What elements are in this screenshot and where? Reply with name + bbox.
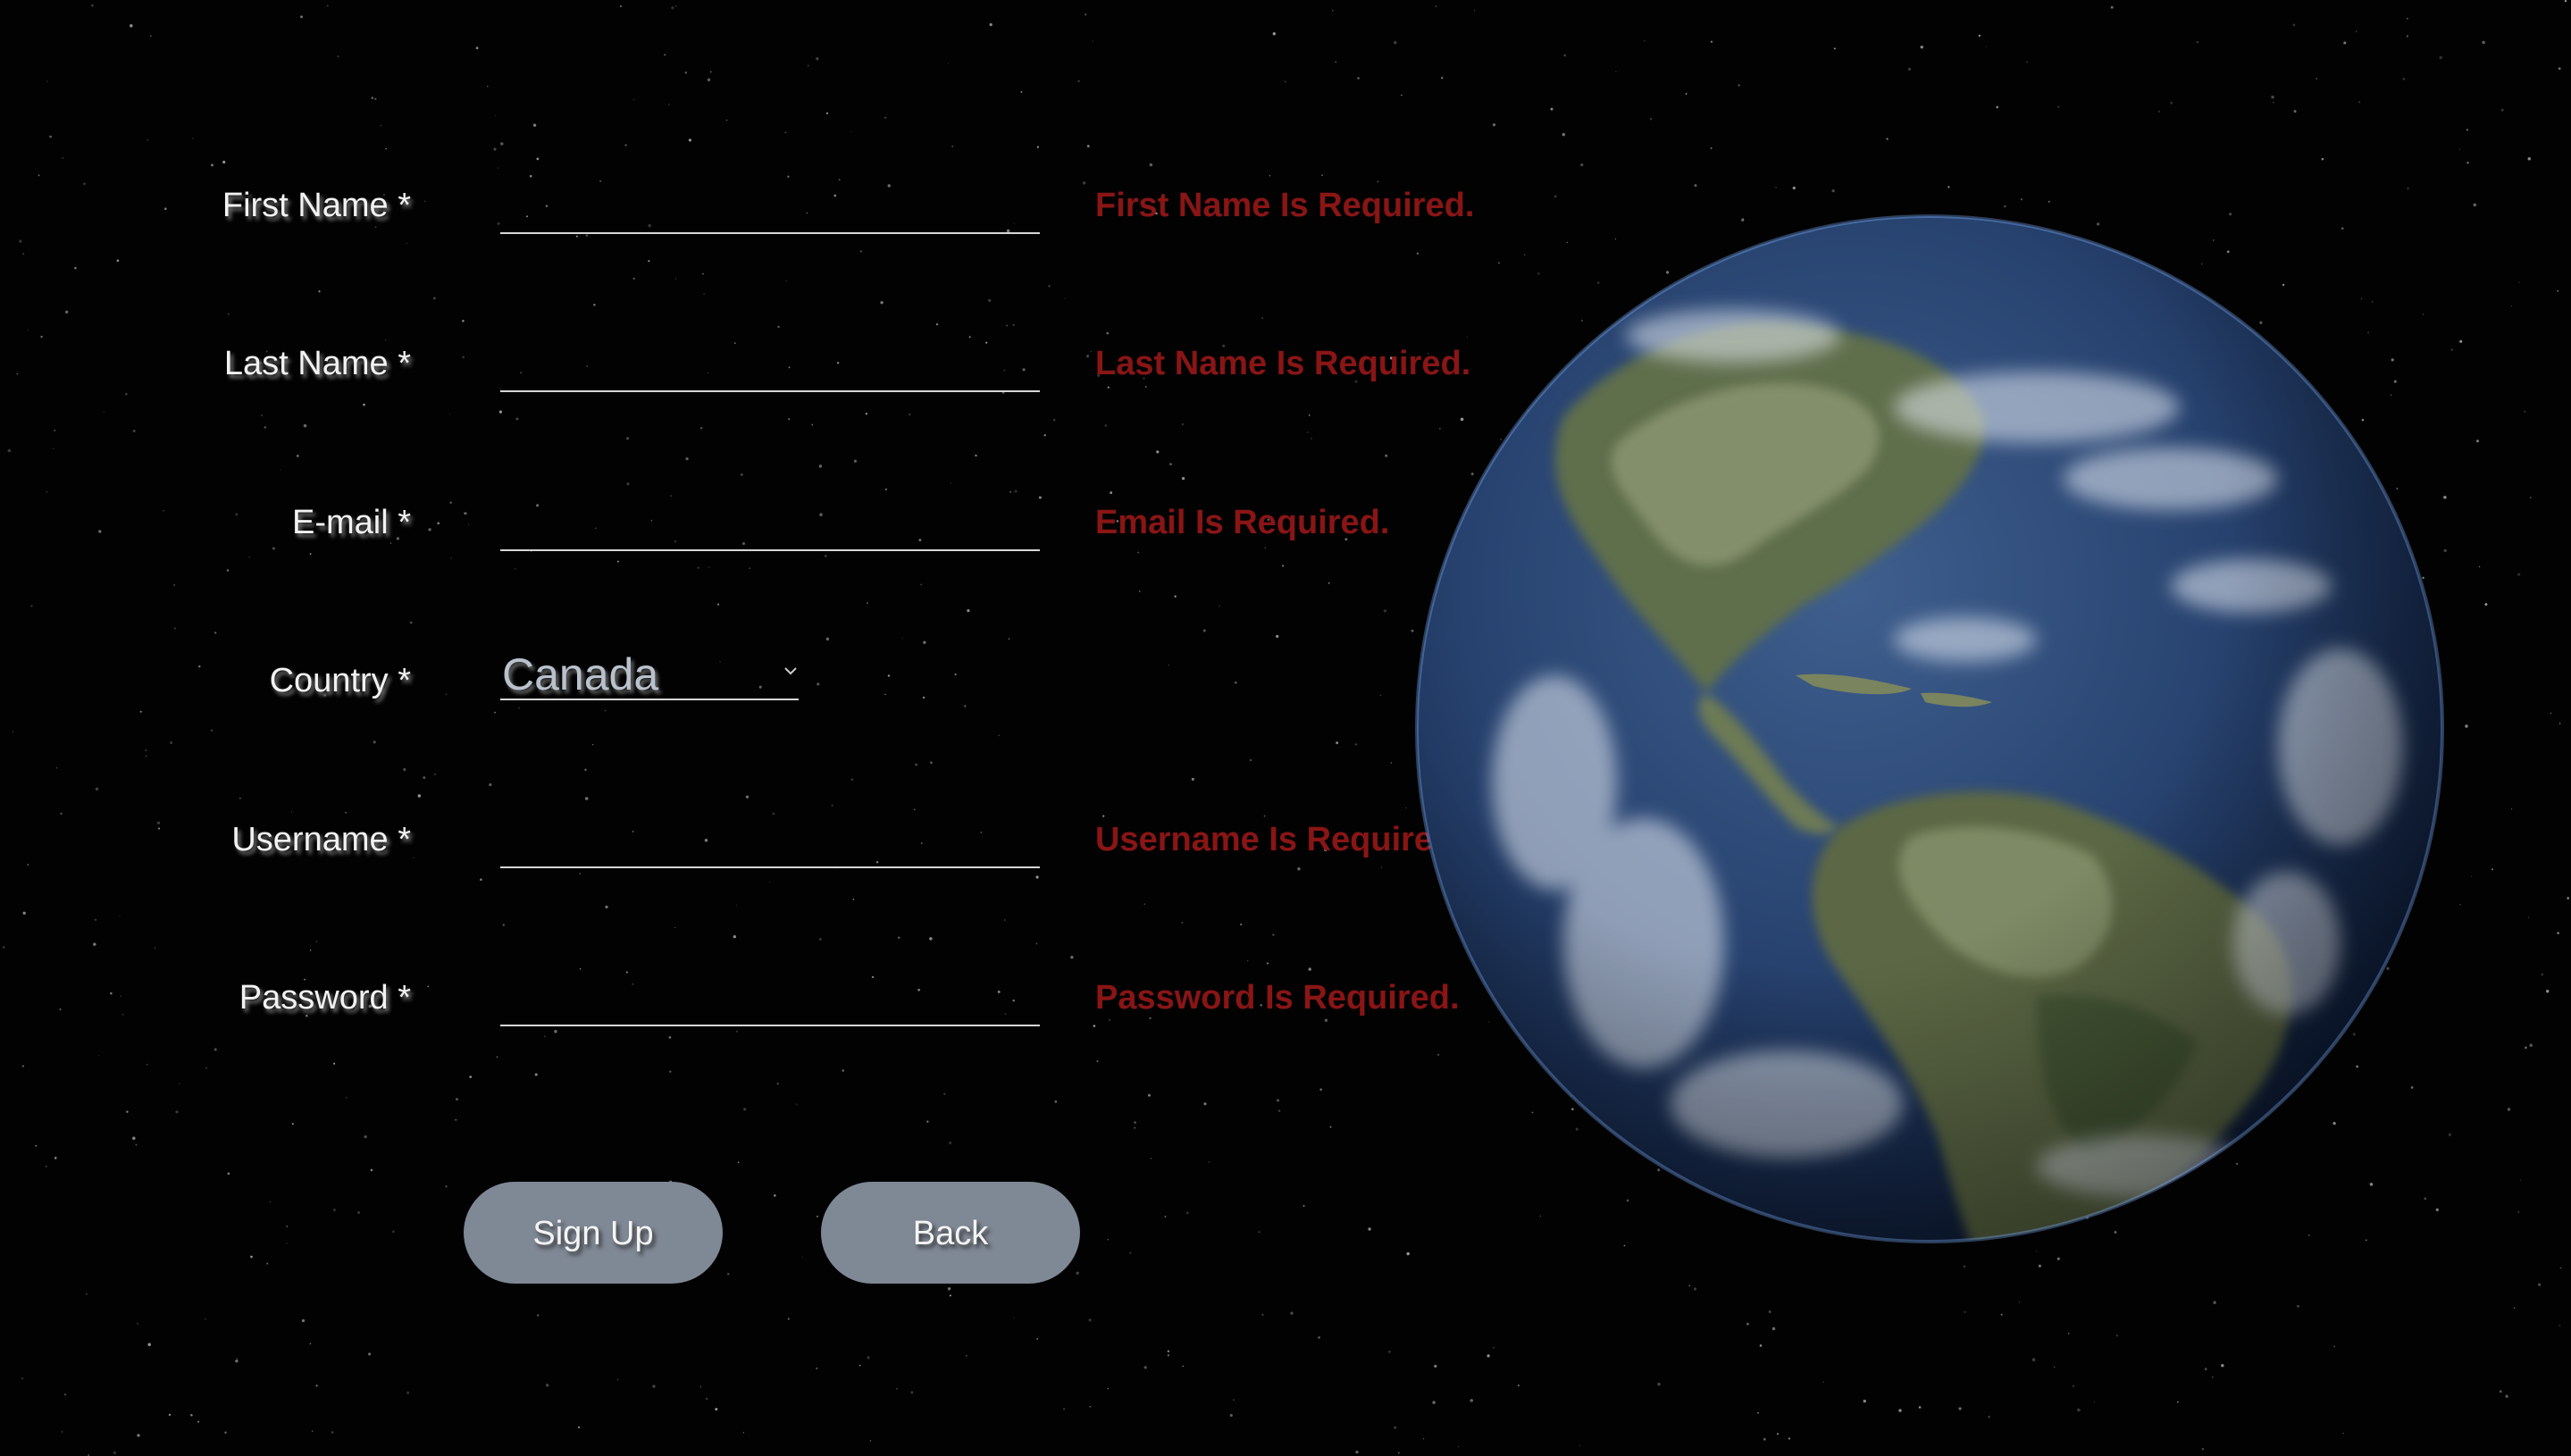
email-label: E-mail * — [291, 504, 411, 541]
password-error: Password Is Required. — [1095, 979, 1460, 1017]
last-name-label: Last Name * — [223, 345, 411, 382]
chevron-down-icon — [784, 667, 797, 675]
username-label: Username * — [231, 821, 411, 858]
earth-globe-image — [1411, 211, 2448, 1247]
password-label: Password * — [239, 979, 411, 1017]
country-select[interactable]: Canada — [500, 645, 799, 700]
email-error: Email Is Required. — [1095, 504, 1390, 541]
country-select-value: Canada — [502, 649, 659, 699]
back-button[interactable]: Back — [821, 1182, 1080, 1284]
sign-up-button[interactable]: Sign Up — [464, 1182, 723, 1284]
signup-screen: First Name * First Name Is Required. Las… — [0, 0, 2571, 1456]
last-name-input[interactable] — [500, 347, 1040, 392]
username-error: Username Is Required. — [1095, 821, 1463, 858]
first-name-input[interactable] — [500, 189, 1040, 234]
password-input[interactable] — [500, 982, 1040, 1026]
country-label: Country * — [269, 662, 411, 699]
email-input[interactable] — [500, 506, 1040, 551]
first-name-label: First Name * — [222, 187, 411, 224]
username-input[interactable] — [500, 824, 1040, 868]
